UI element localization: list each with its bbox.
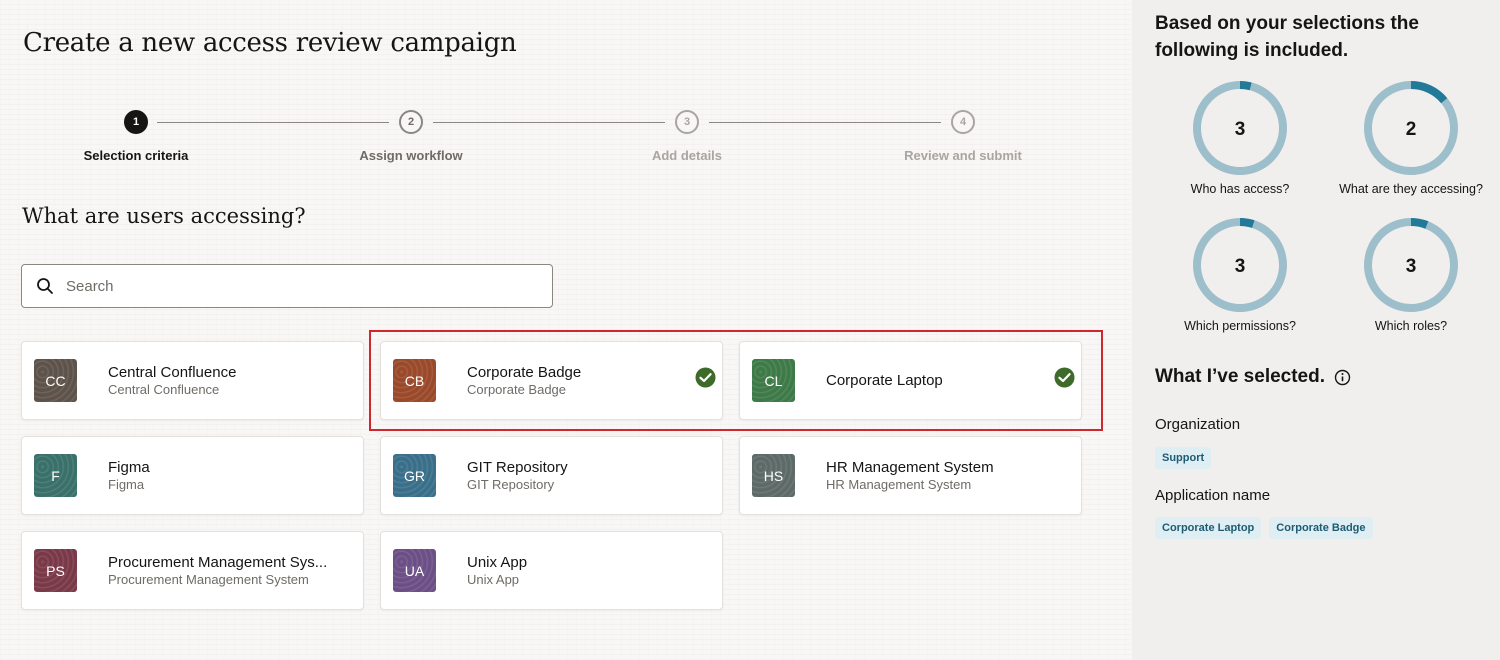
filter-group-label: Organization xyxy=(1155,416,1241,433)
selected-title: What I’ve selected. xyxy=(1155,366,1351,388)
card-subtitle: Corporate Badge xyxy=(467,382,567,397)
step-number: 1 xyxy=(124,110,148,134)
application-card[interactable]: CC Central Confluence Central Confluence xyxy=(21,341,364,420)
step-selection-criteria[interactable]: 1 Selection criteria xyxy=(36,110,236,163)
chip-row: Corporate Laptop Corporate Badge xyxy=(1155,517,1373,539)
card-title: Corporate Badge xyxy=(467,364,582,381)
summary-title: Based on your selections the following i… xyxy=(1155,13,1419,61)
card-text: Procurement Management Sys... Procurement… xyxy=(108,554,338,587)
step-label: Add details xyxy=(651,148,723,163)
search-box[interactable] xyxy=(21,264,553,308)
card-text: Corporate Badge Corporate Badge xyxy=(467,364,697,397)
card-title: GIT Repository xyxy=(467,459,568,476)
card-subtitle: Central Confluence xyxy=(108,382,220,397)
card-subtitle: HR Management System xyxy=(826,477,972,492)
card-title: HR Management System xyxy=(826,459,994,476)
app-avatar: PS xyxy=(34,549,77,592)
application-card[interactable]: GR GIT Repository GIT Repository xyxy=(380,436,723,515)
application-card[interactable]: UA Unix App Unix App xyxy=(380,531,723,610)
app-avatar: CB xyxy=(393,359,436,402)
step-label: Review and submit xyxy=(904,148,1022,163)
application-card[interactable]: F Figma Figma xyxy=(21,436,364,515)
summary-donut: 3 Which permissions? xyxy=(1160,215,1320,333)
step-label: Selection criteria xyxy=(83,148,189,163)
app-avatar: F xyxy=(34,454,77,497)
info-icon[interactable] xyxy=(1334,369,1351,386)
step-label: Assign workflow xyxy=(359,148,463,163)
card-subtitle: Unix App xyxy=(467,572,520,587)
check-circle-icon xyxy=(695,367,716,388)
donut-ring: 2 xyxy=(1364,81,1458,175)
app-avatar: HS xyxy=(752,454,795,497)
step-assign-workflow[interactable]: 2 Assign workflow xyxy=(311,110,511,163)
filter-chip[interactable]: Corporate Badge xyxy=(1269,517,1373,539)
app-avatar: CC xyxy=(34,359,77,402)
summary-panel: Based on your selections the following i… xyxy=(1132,0,1500,660)
donut-ring: 3 xyxy=(1364,218,1458,312)
step-review-and-submit[interactable]: 4 Review and submit xyxy=(863,110,1063,163)
card-title: Central Confluence xyxy=(108,364,237,381)
card-title: Procurement Management Sys... xyxy=(108,554,328,571)
application-card[interactable]: HS HR Management System HR Management Syst… xyxy=(739,436,1082,515)
stepper: 1 Selection criteria 2 Assign workflow 3… xyxy=(0,110,1132,180)
step-number: 4 xyxy=(951,110,975,134)
step-number: 2 xyxy=(399,110,423,134)
chip-row: Support xyxy=(1155,447,1212,469)
donut-value: 2 xyxy=(1406,119,1417,140)
card-subtitle: Procurement Management System xyxy=(108,572,309,587)
card-text: Central Confluence Central Confluence xyxy=(108,364,338,397)
donut-label: Which roles? xyxy=(1374,319,1448,333)
donut-label: Who has access? xyxy=(1190,182,1290,196)
filter-group-label: Application name xyxy=(1155,487,1271,504)
selected-title-text: What I’ve selected. xyxy=(1155,366,1326,387)
card-text: GIT Repository GIT Repository xyxy=(467,459,697,492)
summary-donut: 3 Who has access? xyxy=(1160,78,1320,196)
card-subtitle: GIT Repository xyxy=(467,477,555,492)
donut-value: 3 xyxy=(1235,119,1246,140)
section-title: What are users accessing? xyxy=(22,204,306,228)
step-number: 3 xyxy=(675,110,699,134)
card-title: Figma xyxy=(108,459,150,476)
application-card[interactable]: PS Procurement Management Sys... Procureme… xyxy=(21,531,364,610)
card-title: Unix App xyxy=(467,554,528,571)
search-icon xyxy=(37,278,53,294)
donut-ring: 3 xyxy=(1193,218,1287,312)
card-text: Figma Figma xyxy=(108,459,338,492)
search-input[interactable] xyxy=(66,277,506,295)
step-add-details[interactable]: 3 Add details xyxy=(587,110,787,163)
app-avatar: CL xyxy=(752,359,795,402)
card-text: HR Management System HR Management System xyxy=(826,459,1056,492)
page-title: Create a new access review campaign xyxy=(23,28,517,58)
filter-chip[interactable]: Corporate Laptop xyxy=(1155,517,1262,539)
card-title: Corporate Laptop xyxy=(826,372,943,389)
app-avatar: GR xyxy=(393,454,436,497)
summary-donut: 2 What are they accessing? xyxy=(1331,78,1491,196)
application-card[interactable]: CL Corporate Laptop xyxy=(739,341,1082,420)
application-card[interactable]: CB Corporate Badge Corporate Badge xyxy=(380,341,723,420)
donut-label: What are they accessing? xyxy=(1339,182,1483,196)
donut-ring: 3 xyxy=(1193,81,1287,175)
app-avatar: UA xyxy=(393,549,436,592)
check-circle-icon xyxy=(1054,367,1075,388)
donut-value: 3 xyxy=(1235,256,1246,277)
summary-donut: 3 Which roles? xyxy=(1331,215,1491,333)
card-text: Corporate Laptop xyxy=(826,372,1056,389)
donut-label: Which permissions? xyxy=(1184,319,1296,333)
filter-chip[interactable]: Support xyxy=(1155,447,1212,469)
donut-value: 3 xyxy=(1406,256,1417,277)
card-subtitle: Figma xyxy=(108,477,145,492)
card-text: Unix App Unix App xyxy=(467,554,697,587)
main-content: Create a new access review campaign 1 Se… xyxy=(0,0,1132,660)
